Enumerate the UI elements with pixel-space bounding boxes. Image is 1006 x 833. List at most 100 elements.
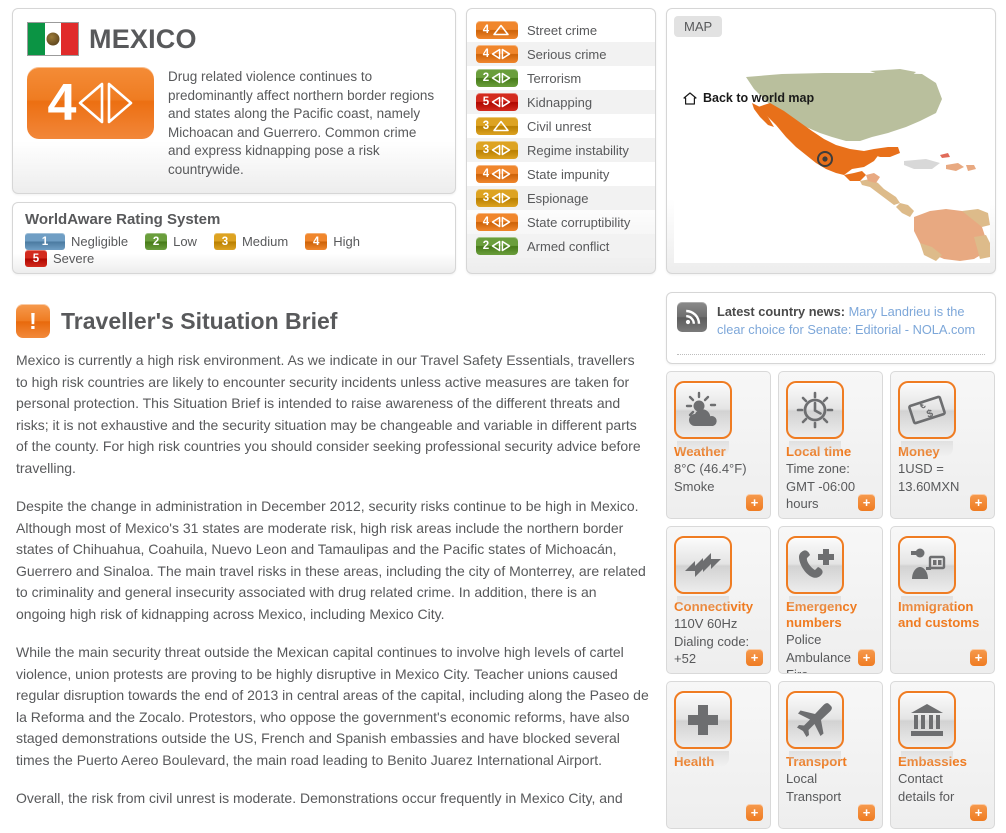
expand-tile-button[interactable]: + [970, 804, 987, 821]
divider [677, 354, 985, 355]
stable-arrows-icon [78, 81, 133, 125]
threat-rating-chip: 2 [476, 237, 518, 255]
threat-rating-chip: 3 [476, 189, 518, 207]
rating-legend: 1 Negligible 2 Low 3 Medium 4 High 5 Severe [25, 233, 443, 267]
threat-row[interactable]: 3 Espionage [467, 186, 655, 210]
back-to-world-map-label: Back to world map [703, 91, 815, 105]
expand-tile-button[interactable]: + [858, 494, 875, 511]
threat-rating-chip: 5 [476, 93, 518, 111]
money-icon: € $ [898, 381, 956, 439]
info-tile-icon-wrap [898, 536, 956, 612]
info-tile-detail: GMT -06:00 [786, 478, 856, 494]
info-tile-icon-wrap [674, 691, 732, 767]
info-tile[interactable]: Emergency numbersPoliceAmbulanceFire+ [778, 526, 883, 674]
threat-row[interactable]: 4 State corruptibility [467, 210, 655, 234]
stable-arrows-icon [491, 240, 511, 252]
health-icon [674, 691, 732, 749]
situation-brief-panel: ! Traveller's Situation Brief Mexico is … [8, 292, 658, 833]
threat-rating-value: 3 [482, 120, 490, 132]
rating-legend-chip: 2 [145, 233, 168, 250]
expand-tile-button[interactable]: + [970, 494, 987, 511]
threat-label: Civil unrest [527, 118, 592, 134]
threat-rating-chip: 2 [476, 69, 518, 87]
passport-icon [898, 536, 956, 594]
latest-news-card: Latest country news: Mary Landrieu is th… [666, 292, 996, 364]
rating-legend-label: High [333, 234, 360, 249]
info-tile[interactable]: €$Money1USD =13.60MXN+ [890, 371, 995, 519]
threat-row[interactable]: 4 Street crime [467, 18, 655, 42]
expand-tile-button[interactable]: + [858, 649, 875, 666]
threat-rating-value: 4 [482, 216, 490, 228]
home-icon [683, 91, 697, 105]
stable-arrows-icon [491, 168, 511, 180]
country-risk-badge[interactable]: 4 [27, 67, 154, 139]
threat-row[interactable]: 3 Civil unrest [467, 114, 655, 138]
threat-label: Kidnapping [527, 94, 593, 110]
info-tile-icon-wrap [786, 381, 844, 457]
threat-rating-value: 4 [482, 168, 490, 180]
region-map-graphic [746, 69, 990, 261]
rating-system-card: WorldAware Rating System 1 Negligible 2 Low… [12, 202, 456, 274]
stable-arrows-icon [491, 96, 511, 108]
info-tile-detail: 13.60MXN [898, 478, 960, 494]
country-summary-text: Drug related violence continues to predo… [168, 69, 435, 177]
rating-legend-label: Medium [241, 234, 289, 249]
icon-reflection [901, 596, 953, 612]
exclamation-icon: ! [16, 304, 50, 338]
info-tile-detail: Time zone: [786, 461, 850, 476]
expand-tile-button[interactable]: + [746, 649, 763, 666]
page-title: MEXICO [89, 23, 197, 54]
back-to-world-map-link[interactable]: Back to world map [683, 91, 814, 105]
threat-rating-chip: 3 [476, 117, 518, 135]
situation-brief-paragraph: Despite the change in administration in … [16, 498, 646, 622]
rating-legend-chip: 3 [213, 233, 236, 250]
info-tile-detail: Police [786, 632, 822, 647]
rising-triangle-icon [493, 120, 509, 132]
info-tile[interactable]: Connectivity110V 60HzDialing code:+52+ [666, 526, 771, 674]
stable-arrows-icon [491, 72, 511, 84]
threat-row[interactable]: 4 State impunity [467, 162, 655, 186]
info-tile[interactable]: Weather8°C (46.4°F)Smoke+ [666, 371, 771, 519]
latest-news-text: Latest country news: Mary Landrieu is th… [717, 302, 985, 339]
threat-row[interactable]: 2 Terrorism [467, 66, 655, 90]
stable-arrows-icon [491, 48, 511, 60]
info-tile[interactable]: EmbassiesContactdetails for+ [890, 681, 995, 829]
expand-tile-button[interactable]: + [970, 649, 987, 666]
icon-reflection [901, 751, 953, 767]
info-tile[interactable]: Local timeTime zone:GMT -06:00hours+ [778, 371, 883, 519]
rating-legend-item: 1 Negligible [25, 233, 128, 250]
rating-legend-item: 3 Medium [213, 233, 289, 250]
rating-system-title: WorldAware Rating System [25, 211, 221, 228]
info-tile[interactable]: Immigration and customs+ [890, 526, 995, 674]
threat-row[interactable]: 5 Kidnapping [467, 90, 655, 114]
stable-arrows-icon [491, 216, 511, 228]
map-canvas[interactable]: Back to world map [674, 41, 990, 263]
threat-row[interactable]: 3 Regime instability [467, 138, 655, 162]
threat-label: Espionage [527, 190, 589, 206]
threat-label: State corruptibility [527, 214, 631, 230]
situation-brief-paragraph: Mexico is currently a high risk environm… [16, 352, 641, 476]
rising-triangle-icon [493, 24, 509, 36]
info-tile[interactable]: Health+ [666, 681, 771, 829]
expand-tile-button[interactable]: + [746, 804, 763, 821]
right-sidebar: Latest country news: Mary Landrieu is th… [666, 292, 1004, 833]
info-tile-detail: Transport [786, 788, 842, 804]
country-body: 4 Drug related violence continues to pre… [27, 67, 441, 180]
threat-rating-chip: 4 [476, 213, 518, 231]
embassy-icon [898, 691, 956, 749]
info-tile-detail: 110V 60Hz [674, 616, 738, 631]
expand-tile-button[interactable]: + [858, 804, 875, 821]
info-tile[interactable]: TransportLocalTransport+ [778, 681, 883, 829]
threat-rating-chip: 4 [476, 21, 518, 39]
tab-map[interactable]: MAP [674, 16, 723, 37]
threat-label: Serious crime [527, 46, 607, 62]
threat-row[interactable]: 4 Serious crime [467, 42, 655, 66]
rating-legend-chip: 5 [25, 250, 47, 267]
icon-reflection [789, 441, 841, 457]
threat-ratings-card: 4 Street crime 4 Serious crime 2 Terrorism 5 Ki… [466, 8, 656, 274]
country-summary-card: MEXICO 4 Drug related violence continues… [12, 8, 456, 194]
icon-reflection [789, 751, 841, 767]
top-row: MEXICO 4 Drug related violence continues… [0, 0, 1006, 282]
threat-row[interactable]: 2 Armed conflict [467, 234, 655, 258]
expand-tile-button[interactable]: + [746, 494, 763, 511]
